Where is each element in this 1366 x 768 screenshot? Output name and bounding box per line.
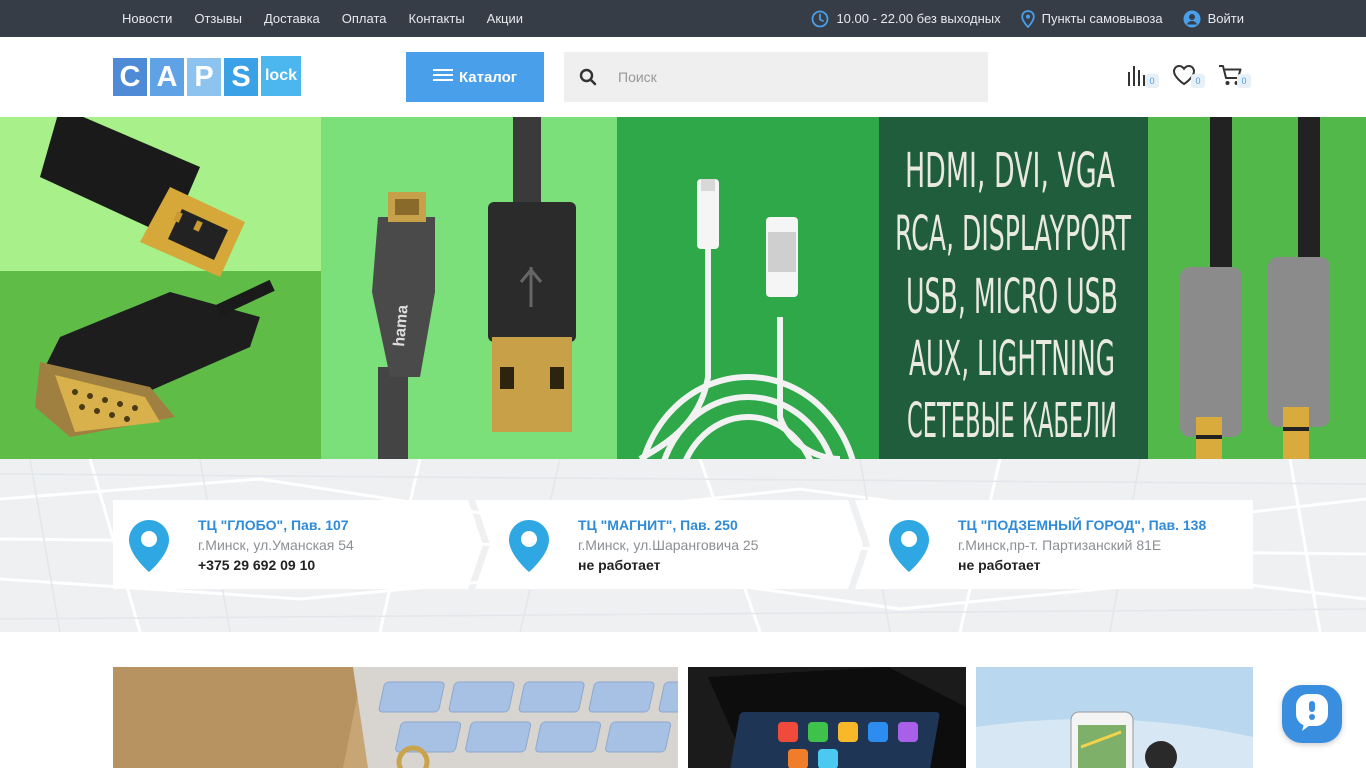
category-tile-keyboard[interactable] — [113, 667, 678, 768]
nav-promos[interactable]: Акции — [487, 11, 523, 26]
working-hours: 10.00 - 22.00 без выходных — [811, 10, 1001, 28]
category-tile-phones[interactable] — [688, 667, 966, 768]
catalog-button[interactable]: Каталог — [406, 52, 544, 102]
hours-text: 10.00 - 22.00 без выходных — [836, 11, 1001, 26]
favorites-count: 0 — [1191, 74, 1205, 88]
login-text: Войти — [1207, 11, 1244, 26]
cart-button[interactable]: 0 — [1217, 62, 1251, 90]
chat-icon — [1294, 692, 1330, 737]
search-icon[interactable] — [564, 68, 612, 86]
logo-letter: P — [187, 58, 221, 96]
location-pin-icon — [887, 518, 931, 579]
logo-suffix: lock — [261, 56, 301, 96]
svg-text:hama: hama — [391, 304, 412, 347]
logo-letter: A — [150, 58, 184, 96]
top-nav: Новости Отзывы Доставка Оплата Контакты … — [122, 0, 523, 37]
banner-line: AUX, LIGHTNING — [909, 331, 1115, 387]
compare-button[interactable]: 0 — [1125, 62, 1159, 90]
store-card[interactable]: ТЦ "МАГНИТ", Пав. 250 г.Минск, ул.Шаранг… — [475, 500, 863, 589]
user-icon — [1183, 10, 1201, 28]
nav-payment[interactable]: Оплата — [342, 11, 387, 26]
store-address: г.Минск,пр-т. Партизанский 81Е — [958, 537, 1162, 553]
site-header: C A P S lock Каталог 0 0 — [0, 37, 1366, 117]
store-title[interactable]: ТЦ "ПОДЗЕМНЫЙ ГОРОД", Пав. 138 — [958, 517, 1206, 533]
search-input[interactable] — [618, 53, 978, 101]
banner-image: hama HDMI, DVI, VGA RCA, DISPLAYPORT USB… — [0, 117, 1366, 459]
search-box — [564, 52, 988, 102]
pickup-text: Пункты самовывоза — [1041, 11, 1163, 26]
cart-count: 0 — [1237, 74, 1251, 88]
top-right: 10.00 - 22.00 без выходных Пункты самовы… — [811, 0, 1244, 37]
nav-delivery[interactable]: Доставка — [264, 11, 320, 26]
header-icons: 0 0 0 — [1125, 62, 1251, 90]
location-pin-icon — [507, 518, 551, 579]
nav-news[interactable]: Новости — [122, 11, 172, 26]
clock-icon — [811, 10, 829, 28]
hamburger-icon — [432, 68, 453, 86]
banner-line: RCA, DISPLAYPORT — [895, 206, 1131, 262]
nav-contacts[interactable]: Контакты — [409, 11, 465, 26]
store-card[interactable]: ТЦ "ПОДЗЕМНЫЙ ГОРОД", Пав. 138 г.Минск,п… — [855, 500, 1253, 589]
top-bar: Новости Отзывы Доставка Оплата Контакты … — [0, 0, 1366, 37]
nav-reviews[interactable]: Отзывы — [194, 11, 242, 26]
location-pin-icon — [127, 518, 171, 579]
store-address: г.Минск, ул.Шаранговича 25 — [578, 537, 759, 553]
phones-image — [688, 667, 966, 768]
login-link[interactable]: Войти — [1183, 10, 1244, 28]
banner-line: USB, MICRO USB — [906, 269, 1118, 325]
store-status: не работает — [578, 557, 661, 573]
chat-widget-button[interactable] — [1282, 685, 1342, 743]
banner-line: СЕТЕВЫЕ КАБЕЛИ — [907, 393, 1117, 449]
store-card[interactable]: ТЦ "ГЛОБО", Пав. 107 г.Минск, ул.Уманска… — [113, 500, 483, 589]
location-pin-icon — [1020, 9, 1035, 28]
category-tile-holders[interactable] — [976, 667, 1253, 768]
store-title[interactable]: ТЦ "МАГНИТ", Пав. 250 — [578, 517, 738, 533]
store-status: не работает — [958, 557, 1041, 573]
car-holder-image — [976, 667, 1253, 768]
pickup-points-link[interactable]: Пункты самовывоза — [1020, 9, 1163, 28]
catalog-label: Каталог — [458, 68, 518, 86]
logo-letter: C — [113, 58, 147, 96]
logo-letter: S — [224, 58, 258, 96]
store-title[interactable]: ТЦ "ГЛОБО", Пав. 107 — [198, 517, 349, 533]
favorites-button[interactable]: 0 — [1171, 62, 1205, 90]
store-list: ТЦ "ГЛОБО", Пав. 107 г.Минск, ул.Уманска… — [113, 500, 1253, 589]
compare-count: 0 — [1145, 74, 1159, 88]
keyboard-image — [113, 667, 678, 768]
banner-line: HDMI, DVI, VGA — [905, 143, 1115, 199]
store-status: +375 29 692 09 10 — [198, 557, 316, 573]
category-tiles — [0, 632, 1366, 768]
hero-banner[interactable]: hama HDMI, DVI, VGA RCA, DISPLAYPORT USB… — [0, 117, 1366, 459]
store-address: г.Минск, ул.Уманская 54 — [198, 537, 354, 553]
site-logo[interactable]: C A P S lock — [113, 56, 301, 98]
